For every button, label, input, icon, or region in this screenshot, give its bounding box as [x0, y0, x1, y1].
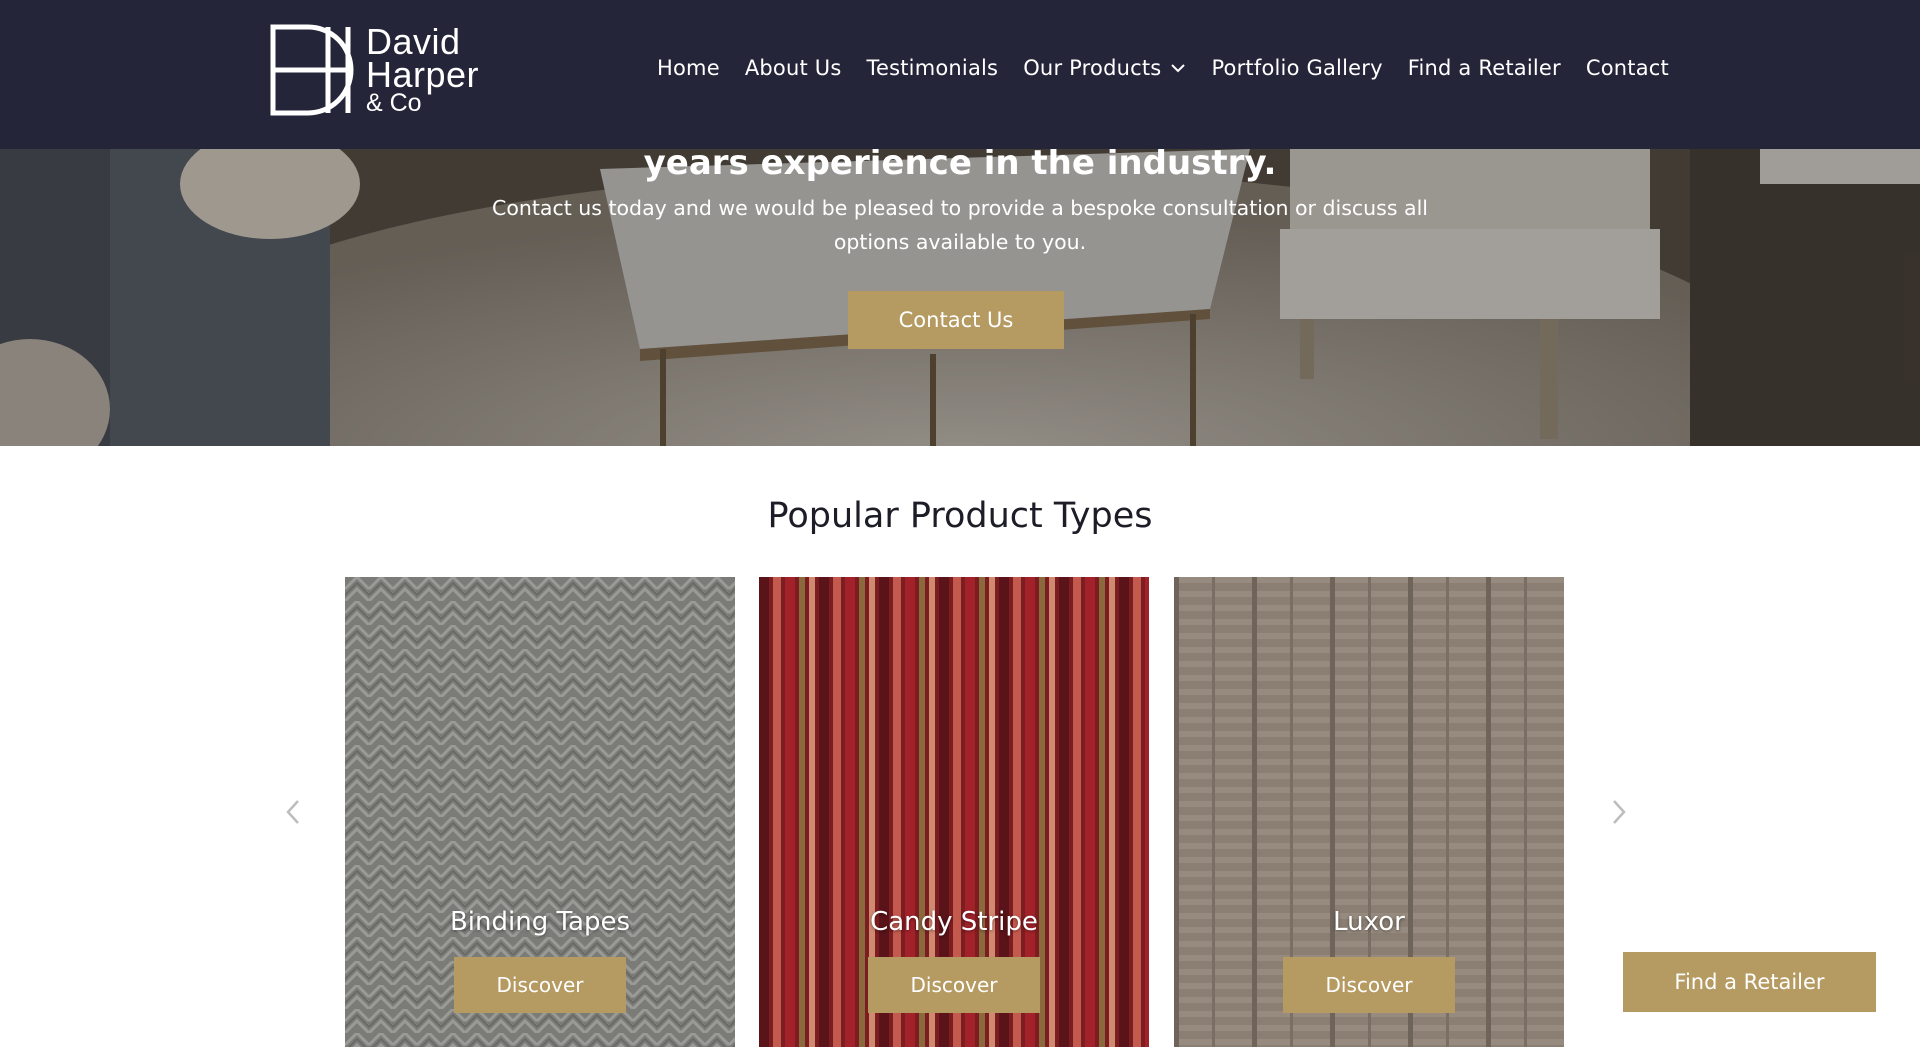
nav-our-products-label: Our Products — [1023, 56, 1162, 80]
nav-contact[interactable]: Contact — [1586, 56, 1669, 80]
hero-headline-text: years experience in the industry. — [643, 143, 1277, 183]
nav-testimonials[interactable]: Testimonials — [867, 56, 999, 80]
discover-button[interactable]: Discover — [454, 957, 626, 1013]
site-header: David Harper & Co Home About Us Testimon… — [0, 0, 1920, 149]
contact-us-button[interactable]: Contact Us — [848, 291, 1064, 349]
hero-headline: years experience in the industry. — [0, 143, 1920, 183]
brand-logo[interactable]: David Harper & Co — [270, 24, 500, 119]
chevron-right-icon[interactable] — [1607, 798, 1631, 826]
product-card-title: Candy Stripe — [870, 907, 1038, 937]
product-card-title: Binding Tapes — [449, 907, 631, 937]
main-nav: Home About Us Testimonials Our Products … — [657, 56, 1669, 80]
chevron-down-icon[interactable] — [1170, 60, 1186, 76]
hero-subtext: Contact us today and we would be pleased… — [492, 196, 1428, 254]
chevron-left-icon[interactable] — [281, 798, 305, 826]
section-title: Popular Product Types — [767, 496, 1153, 536]
nav-our-products[interactable]: Our Products — [1023, 56, 1186, 80]
brand-line-2: Harper — [366, 54, 480, 95]
product-card-binding-tapes[interactable]: Binding Tapes Discover — [345, 577, 735, 1047]
nav-find-a-retailer[interactable]: Find a Retailer — [1408, 56, 1561, 80]
discover-button[interactable]: Discover — [1283, 957, 1455, 1013]
product-card-candy-stripe[interactable]: Candy Stripe Discover — [759, 577, 1149, 1047]
discover-button[interactable]: Discover — [868, 957, 1040, 1013]
product-card-luxor[interactable]: Luxor Discover — [1174, 577, 1564, 1047]
nav-home[interactable]: Home — [657, 56, 720, 80]
logo-monogram-icon — [270, 24, 354, 116]
nav-about-us[interactable]: About Us — [745, 56, 842, 80]
nav-portfolio-gallery[interactable]: Portfolio Gallery — [1211, 56, 1382, 80]
product-card-title: Luxor — [1333, 907, 1405, 937]
brand-name: David Harper & Co — [366, 24, 479, 116]
find-a-retailer-floating-button[interactable]: Find a Retailer — [1623, 952, 1876, 1012]
